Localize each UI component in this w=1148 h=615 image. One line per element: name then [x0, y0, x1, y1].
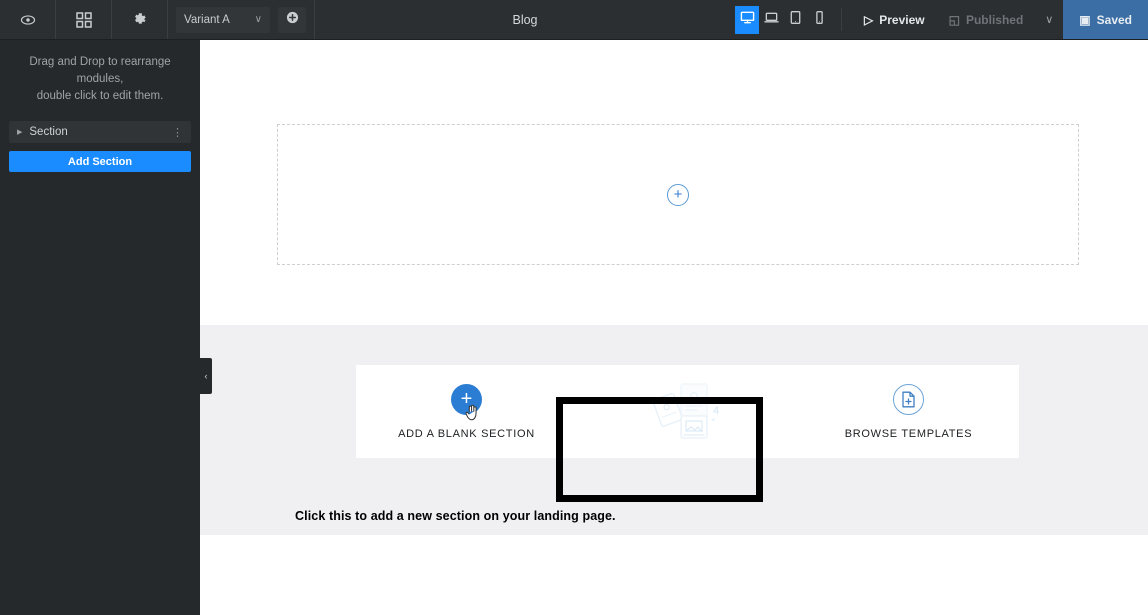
- save-disk-icon: ▣: [1079, 12, 1091, 27]
- kebab-menu-icon[interactable]: ⋮: [172, 126, 183, 139]
- page-title: Blog: [512, 12, 538, 27]
- instruction-caption: Click this to add a new section on your …: [295, 509, 616, 523]
- play-triangle-icon: ▷: [864, 12, 874, 27]
- add-blank-section-option[interactable]: + ADD A BLANK SECTION: [356, 365, 577, 458]
- saved-button[interactable]: ▣ Saved: [1063, 0, 1148, 39]
- sidebar-item-section[interactable]: ▶ Section ⋮: [9, 121, 191, 143]
- plus-glyph: +: [460, 388, 473, 410]
- chevron-down-icon: ∨: [254, 14, 262, 25]
- preview-button[interactable]: ▷ Preview: [852, 0, 937, 39]
- page-canvas: ‹ + + ADD A BLANK SECTION 4 BROWSE TEMPL…: [200, 40, 1148, 615]
- expand-triangle-icon: ▶: [17, 129, 23, 136]
- plus-circle-icon: [286, 11, 299, 29]
- browse-templates-option[interactable]: BROWSE TEMPLATES: [798, 365, 1019, 458]
- sidebar-collapse-handle[interactable]: ‹: [200, 358, 212, 394]
- published-button[interactable]: ◱ Published: [937, 0, 1036, 39]
- add-module-plus-button[interactable]: +: [667, 183, 689, 206]
- desktop-icon: [740, 10, 755, 30]
- sidebar-hint-line-1: Drag and Drop to rearrange modules,: [29, 56, 171, 85]
- top-toolbar: Variant A ∨ Blog ▷ Preview ◱ Published ∨…: [0, 0, 1148, 40]
- svg-text:4: 4: [713, 405, 719, 417]
- publish-options-caret[interactable]: ∨: [1035, 0, 1063, 39]
- mobile-icon: [812, 10, 827, 30]
- template-cluster-icon: 4: [577, 365, 798, 458]
- toolbar-divider-1: [841, 8, 842, 31]
- preview-button-label: Preview: [879, 12, 925, 27]
- variant-selector-group: Variant A ∨: [168, 0, 315, 39]
- grid-modules-icon: [75, 11, 92, 28]
- settings-gear-icon-button[interactable]: [112, 0, 168, 39]
- add-section-button[interactable]: Add Section: [9, 151, 191, 172]
- variant-dropdown[interactable]: Variant A ∨: [176, 6, 270, 33]
- tablet-icon: [788, 10, 803, 30]
- preview-eye-icon-button[interactable]: [0, 0, 56, 39]
- grid-modules-icon-button[interactable]: [56, 0, 112, 39]
- app-root: Variant A ∨ Blog ▷ Preview ◱ Published ∨…: [0, 0, 1148, 615]
- laptop-icon: [763, 10, 779, 30]
- sidebar-hint: Drag and Drop to rearrange modules, doub…: [0, 40, 200, 105]
- sidebar-item-label: Section: [29, 126, 68, 138]
- device-desktop-button[interactable]: [735, 6, 759, 34]
- device-mobile-button[interactable]: [807, 6, 831, 34]
- browse-templates-label: BROWSE TEMPLATES: [844, 427, 973, 440]
- settings-gear-icon: [131, 11, 148, 28]
- empty-section-dropzone[interactable]: +: [277, 124, 1079, 265]
- published-button-label: Published: [965, 12, 1024, 27]
- blue-plus-icon: +: [451, 383, 482, 420]
- section-chooser-card: + ADD A BLANK SECTION 4 BROWSE TEMPLATES: [356, 365, 1019, 458]
- left-sidebar: Drag and Drop to rearrange modules, doub…: [0, 40, 200, 615]
- sidebar-hint-line-2: double click to edit them.: [36, 90, 164, 102]
- topbar-right-group: ▷ Preview ◱ Published ∨ ▣ Saved: [735, 0, 1148, 39]
- template-cluster-option[interactable]: 4: [577, 365, 798, 458]
- device-laptop-button[interactable]: [759, 6, 783, 34]
- add-variant-button[interactable]: [278, 6, 306, 33]
- device-preview-toggle-group: [735, 6, 831, 34]
- add-blank-section-label: ADD A BLANK SECTION: [398, 427, 535, 440]
- preview-eye-icon: [19, 11, 37, 29]
- document-add-icon: [893, 383, 924, 415]
- device-tablet-button[interactable]: [783, 6, 807, 34]
- publish-box-icon: ◱: [948, 12, 960, 27]
- saved-button-label: Saved: [1096, 12, 1132, 27]
- variant-label: Variant A: [184, 13, 230, 26]
